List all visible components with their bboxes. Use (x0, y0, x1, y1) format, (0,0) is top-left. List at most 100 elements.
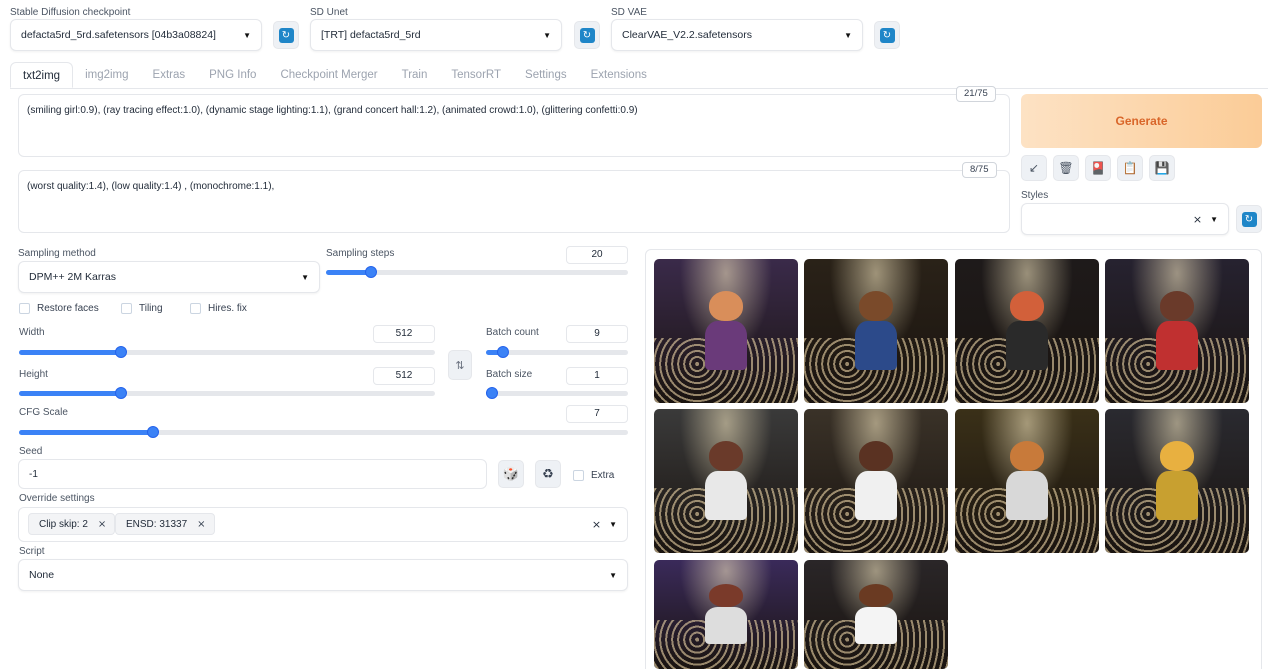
trash-icon: 🗑 (1058, 161, 1074, 175)
gallery-image[interactable] (654, 259, 798, 403)
vae-dropdown[interactable]: ClearVAE_V2.2.safetensors ▼ (611, 19, 863, 51)
clear-icon[interactable]: × (592, 518, 601, 531)
tiling-label: Tiling (139, 303, 163, 314)
batch-size-slider[interactable] (486, 386, 628, 400)
figure-layer (855, 583, 897, 644)
tiling-checkbox[interactable]: Tiling (121, 303, 163, 314)
sampling-method-dropdown[interactable]: DPM++ 2M Karras ▼ (18, 261, 320, 293)
gallery-image[interactable] (955, 409, 1099, 553)
height-input[interactable]: 512 (373, 367, 435, 385)
chip-label: Clip skip: 2 (39, 518, 88, 530)
close-icon[interactable]: × (98, 519, 106, 530)
gallery-image[interactable] (804, 409, 948, 553)
seed-input[interactable]: -1 (18, 459, 487, 489)
swap-dimensions-button[interactable]: ⇅ (448, 350, 472, 380)
tab-txt2img[interactable]: txt2img (10, 62, 74, 88)
script-dropdown[interactable]: None ▼ (18, 559, 628, 591)
seed-label: Seed (19, 446, 43, 457)
styles-dropdown[interactable]: × ▼ (1021, 203, 1229, 235)
gallery-image[interactable] (1105, 409, 1249, 553)
random-seed-button[interactable]: 🎲 (498, 460, 524, 488)
restore-faces-label: Restore faces (37, 303, 99, 314)
batch-count-input[interactable]: 9 (566, 325, 628, 343)
dice-icon: 🎲 (502, 466, 520, 482)
batch-size-input[interactable]: 1 (566, 367, 628, 385)
positive-prompt-input[interactable]: (smiling girl:0.9), (ray tracing effect:… (18, 94, 1010, 157)
main-tabs: txt2img img2img Extras PNG Info Checkpoi… (10, 62, 659, 88)
cfg-scale-input[interactable]: 7 (566, 405, 628, 423)
width-input[interactable]: 512 (373, 325, 435, 343)
width-slider[interactable] (19, 345, 435, 359)
figure-layer (1156, 440, 1198, 520)
slider-fill (19, 391, 121, 396)
refresh-styles-button[interactable]: ↻ (1236, 205, 1262, 233)
tab-png-info[interactable]: PNG Info (197, 62, 268, 88)
clear-prompt-button[interactable]: 🗑 (1053, 155, 1079, 181)
override-chip-clip-skip[interactable]: Clip skip: 2 × (28, 513, 116, 535)
save-style-icon: 💾 (1154, 161, 1170, 175)
checkbox-box[interactable] (573, 470, 584, 481)
slider-thumb[interactable] (486, 387, 498, 399)
gallery-image[interactable] (955, 259, 1099, 403)
clear-icon[interactable]: × (1193, 213, 1202, 226)
sampling-steps-input[interactable]: 20 (566, 246, 628, 264)
tab-checkpoint-merger[interactable]: Checkpoint Merger (268, 62, 389, 88)
tab-train[interactable]: Train (390, 62, 440, 88)
gallery-image[interactable] (804, 560, 948, 669)
sampling-method-label: Sampling method (18, 248, 96, 259)
height-slider[interactable] (19, 386, 435, 400)
extra-networks-button[interactable]: 🎴 (1085, 155, 1111, 181)
chevron-down-icon: ▼ (543, 30, 551, 40)
gallery-image[interactable] (654, 560, 798, 669)
gallery-image[interactable] (654, 409, 798, 553)
slider-thumb[interactable] (497, 346, 510, 358)
refresh-icon: ↻ (1241, 211, 1257, 227)
tab-settings[interactable]: Settings (513, 62, 579, 88)
reuse-seed-button[interactable]: ♻ (535, 460, 561, 488)
tab-tensorrt[interactable]: TensorRT (439, 62, 513, 88)
tab-img2img[interactable]: img2img (73, 62, 140, 88)
close-icon[interactable]: × (197, 519, 205, 530)
checkbox-box[interactable] (190, 303, 201, 314)
unet-label: SD Unet (310, 7, 348, 18)
figure-layer (855, 290, 897, 370)
extra-seed-checkbox[interactable]: Extra (573, 470, 614, 481)
negative-prompt-input[interactable]: (worst quality:1.4), (low quality:1.4) ,… (18, 170, 1010, 233)
slider-thumb[interactable] (365, 266, 378, 278)
chip-label: ENSD: 31337 (126, 518, 188, 530)
batch-size-label: Batch size (486, 369, 533, 380)
positive-prompt-text: (smiling girl:0.9), (ray tracing effect:… (27, 105, 638, 116)
tab-extensions[interactable]: Extensions (579, 62, 659, 88)
checkbox-box[interactable] (19, 303, 30, 314)
generate-button[interactable]: Generate (1021, 94, 1262, 148)
negative-prompt-text: (worst quality:1.4), (low quality:1.4) ,… (27, 181, 275, 192)
restore-faces-checkbox[interactable]: Restore faces (19, 303, 99, 314)
swap-icon: ⇅ (455, 358, 465, 372)
positive-token-counter: 21/75 (956, 86, 996, 102)
sampling-steps-slider[interactable] (326, 265, 628, 279)
batch-count-slider[interactable] (486, 345, 628, 359)
hires-fix-checkbox[interactable]: Hires. fix (190, 303, 247, 314)
refresh-unet-button[interactable]: ↻ (574, 21, 600, 49)
save-style-button[interactable]: 💾 (1149, 155, 1175, 181)
override-chip-ensd[interactable]: ENSD: 31337 × (115, 513, 215, 535)
chevron-down-icon: ▼ (1210, 214, 1218, 224)
slider-thumb[interactable] (114, 387, 127, 399)
refresh-icon: ↻ (278, 27, 294, 43)
figure-layer (1006, 290, 1048, 370)
script-value: None (29, 569, 55, 581)
tab-extras[interactable]: Extras (141, 62, 198, 88)
slider-thumb[interactable] (146, 426, 159, 438)
gallery-image[interactable] (804, 259, 948, 403)
unet-dropdown[interactable]: [TRT] defacta5rd_5rd ▼ (310, 19, 562, 51)
checkbox-box[interactable] (121, 303, 132, 314)
read-params-button[interactable]: ↙ (1021, 155, 1047, 181)
apply-style-button[interactable]: 📋 (1117, 155, 1143, 181)
cfg-scale-slider[interactable] (19, 425, 628, 439)
refresh-checkpoint-button[interactable]: ↻ (273, 21, 299, 49)
checkpoint-dropdown[interactable]: defacta5rd_5rd.safetensors [04b3a08824] … (10, 19, 262, 51)
chevron-down-icon: ▼ (609, 570, 617, 580)
gallery-image[interactable] (1105, 259, 1249, 403)
slider-thumb[interactable] (114, 346, 127, 358)
refresh-vae-button[interactable]: ↻ (874, 21, 900, 49)
